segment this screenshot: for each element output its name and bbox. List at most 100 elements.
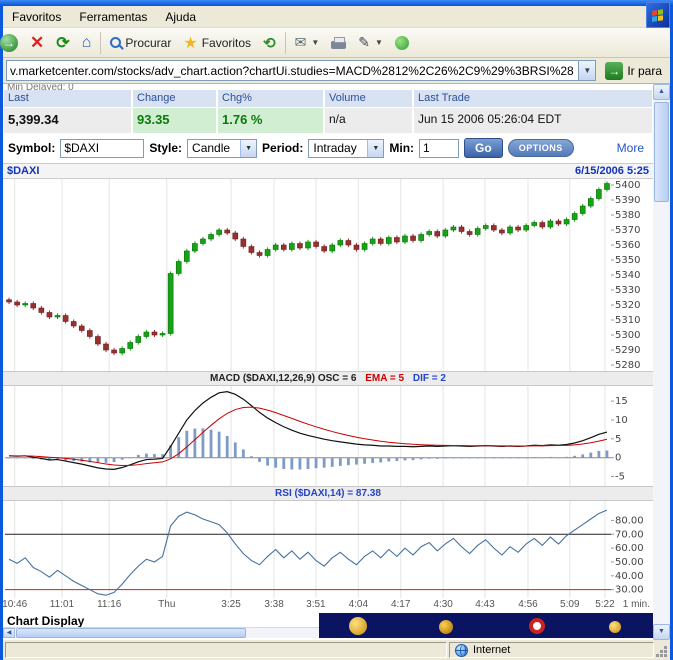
banner-ad[interactable] xyxy=(319,613,653,638)
macd-title-strip: MACD ($DAXI,12,26,9) OSC = 6 EMA = 5 DIF… xyxy=(3,371,653,386)
svg-text:5320: 5320 xyxy=(615,300,640,311)
macd-dif-label: DIF = 2 xyxy=(412,373,446,384)
favorites-button-label: Favoritos xyxy=(201,35,252,50)
min-input[interactable] xyxy=(419,138,460,158)
x-axis-label: 4:30 xyxy=(433,599,453,610)
svg-text:5340: 5340 xyxy=(615,270,640,281)
macd-label: MACD ($DAXI,12,26,9) OSC = 6 xyxy=(210,373,357,384)
vertical-scroll-thumb[interactable] xyxy=(654,102,669,202)
period-label: Period: xyxy=(262,141,304,155)
chart-area: $DAXI 6/15/2006 5:25 5400 5390 5380 5370 536… xyxy=(3,163,653,612)
x-axis-label: 11:16 xyxy=(97,599,122,610)
refresh-button[interactable]: ⟳ xyxy=(50,30,75,56)
quote-col-last: Last 5,399.34 xyxy=(4,90,131,133)
menu-ajuda[interactable]: Ajuda xyxy=(156,7,205,27)
macd-ema-label: EMA = 5 xyxy=(365,373,405,384)
quote-table: Last 5,399.34 Change 93.35 Chg% 1.76 % V… xyxy=(3,90,653,133)
quote-value-chg-pct: 1.76 % xyxy=(218,108,323,133)
mail-dropdown-caret: ▼ xyxy=(311,38,320,47)
forward-button[interactable]: → xyxy=(0,30,24,56)
messenger-icon xyxy=(394,35,409,50)
period-select-value: Intraday xyxy=(313,141,357,155)
quote-header: Chg% xyxy=(218,90,323,107)
menu-favoritos[interactable]: Favoritos xyxy=(3,7,70,27)
svg-text:5290: 5290 xyxy=(615,345,640,356)
go-button[interactable]: Go xyxy=(464,138,503,158)
favorites-button[interactable]: ★ Favoritos xyxy=(177,30,257,56)
rsi-chart: 80.00 70.00 60.00 50.00 40.00 30.00 xyxy=(5,501,644,598)
scroll-up-arrow[interactable]: ▲ xyxy=(653,84,670,100)
banner-coin-icon xyxy=(349,617,367,635)
scroll-left-arrow[interactable]: ◀ xyxy=(3,628,15,638)
messenger-button[interactable] xyxy=(389,30,415,56)
address-bar: ▼ → Ir para xyxy=(3,58,670,84)
toolbar-separator xyxy=(100,31,102,54)
address-dropdown-button[interactable]: ▼ xyxy=(578,61,596,80)
svg-text:0: 0 xyxy=(615,453,621,464)
options-button[interactable]: OPTIONS xyxy=(507,139,574,157)
chart-datetime: 6/15/2006 5:25 xyxy=(574,165,649,177)
refresh-icon: ⟳ xyxy=(56,34,70,52)
browser-toolbar: → ✕ ⟳ ⌂ Procurar ★ Favoritos ⟲ ✉ ▼ ✎ ▼ xyxy=(0,28,670,58)
svg-text:5380: 5380 xyxy=(615,210,640,221)
x-axis-label: 4:56 xyxy=(518,599,538,610)
history-icon: ⟲ xyxy=(263,34,276,52)
vertical-scrollbar[interactable]: ▲ ▼ xyxy=(653,84,670,640)
more-link[interactable]: More xyxy=(617,141,644,155)
resize-grip[interactable] xyxy=(656,646,668,658)
status-message-panel xyxy=(5,642,447,658)
svg-text:80.00: 80.00 xyxy=(615,515,644,526)
banner-coin-icon xyxy=(609,621,621,633)
chevron-down-icon: ▼ xyxy=(240,139,257,157)
x-axis-label: 11:01 xyxy=(49,599,75,610)
search-button[interactable]: Procurar xyxy=(104,30,177,56)
menu-ferramentas[interactable]: Ferramentas xyxy=(70,7,156,27)
address-input[interactable] xyxy=(7,61,579,80)
search-icon xyxy=(110,37,122,48)
x-axis-label: 3:51 xyxy=(306,599,326,610)
style-select[interactable]: Candle ▼ xyxy=(187,138,258,158)
rsi-label: RSI ($DAXI,14) = 87.38 xyxy=(275,488,381,499)
symbol-input[interactable] xyxy=(60,138,145,158)
home-button[interactable]: ⌂ xyxy=(76,30,98,56)
svg-text:5310: 5310 xyxy=(615,315,640,326)
print-icon xyxy=(331,37,347,49)
forward-icon: → xyxy=(0,33,18,52)
history-button[interactable]: ⟲ xyxy=(257,30,282,56)
banner-ring-icon xyxy=(529,618,545,634)
page-footer: Chart Display ◀ ▶ xyxy=(3,612,653,638)
go-arrow-icon: → xyxy=(605,61,624,80)
svg-text:5: 5 xyxy=(615,434,621,445)
period-select[interactable]: Intraday ▼ xyxy=(308,138,385,158)
x-axis-label: 5:22 xyxy=(595,599,615,610)
mail-button[interactable]: ✉ ▼ xyxy=(289,30,326,56)
home-icon: ⌂ xyxy=(81,33,92,51)
mail-icon: ✉ xyxy=(294,34,307,50)
horizontal-scroll-thumb[interactable] xyxy=(16,628,246,638)
style-label: Style: xyxy=(149,141,183,155)
symbol-label: Symbol: xyxy=(8,141,56,155)
svg-text:50.00: 50.00 xyxy=(615,557,644,568)
min-label: Min: xyxy=(389,141,415,155)
menu-bar: Favoritos Ferramentas Ajuda xyxy=(3,6,645,28)
rsi-title-strip: RSI ($DAXI,14) = 87.38 xyxy=(3,486,653,501)
go-to-button[interactable]: → Ir para xyxy=(600,59,667,83)
quote-value-last: 5,399.34 xyxy=(4,108,131,133)
stop-icon: ✕ xyxy=(30,32,45,52)
page-content: Min Delayed: 0 Last 5,399.34 Change 93.3… xyxy=(3,84,653,640)
svg-text:5280: 5280 xyxy=(615,360,640,371)
style-select-value: Candle xyxy=(192,141,231,155)
print-button[interactable] xyxy=(325,30,352,56)
ie-throbber xyxy=(646,2,670,28)
quote-header: Change xyxy=(133,90,216,107)
edit-button[interactable]: ✎ ▼ xyxy=(352,30,389,56)
svg-text:5330: 5330 xyxy=(615,285,640,296)
stop-button[interactable]: ✕ xyxy=(24,30,50,56)
svg-text:-5: -5 xyxy=(615,472,625,483)
scroll-down-arrow[interactable]: ▼ xyxy=(653,624,670,640)
quote-header: Last Trade xyxy=(414,90,652,107)
svg-text:30.00: 30.00 xyxy=(615,585,644,596)
quote-col-change: Change 93.35 xyxy=(133,90,216,133)
chart-display-label: Chart Display xyxy=(7,614,85,628)
go-to-label: Ir para xyxy=(627,63,662,78)
